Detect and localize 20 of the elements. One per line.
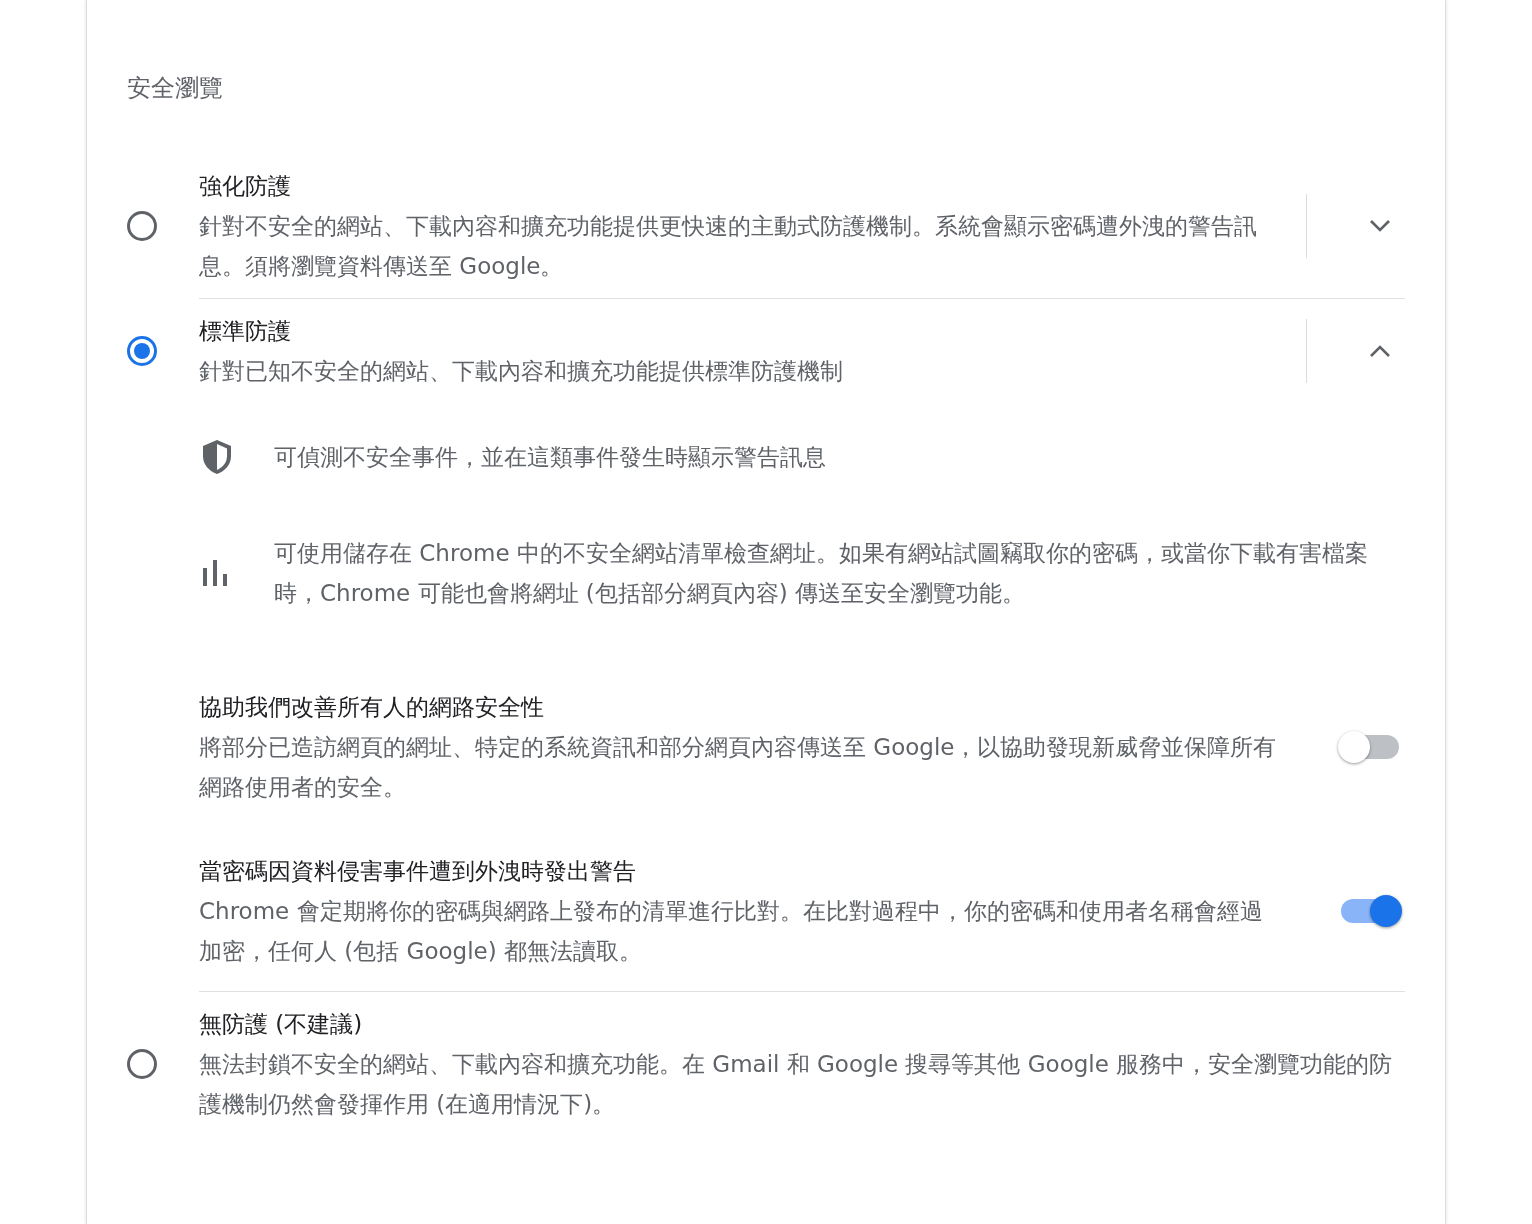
option-title: 無防護 (不建議) [199,1010,364,1039]
radio-button[interactable] [127,336,157,366]
setting-description: 將部分已造訪網頁的網址、特定的系統資訊和部分網頁內容傳送至 Google，以協助發現新威脅並保障所有網路使用者的安全。 [199,733,1277,802]
shield-icon [201,439,233,475]
setting-title: 當密碼因資料侵害事件遭到外洩時發出警告 [199,857,637,886]
chevron-down-icon [1369,219,1391,233]
setting-description: Chrome 會定期將你的密碼與網路上發布的清單進行比對。在比對過程中，你的密碼和使用者名稱會經過加密，任何人 (包括 Google) 都無法讀取。 [199,897,1264,966]
option-title: 標準防護 [199,317,292,346]
option-description: 無法封鎖不安全的網站、下載內容和擴充功能。在 Gmail 和 Google 搜尋等其他 Google 服務中，安全瀏覽功能的防護機制仍然會發揮作用 (在適用情況下)。 [199,1050,1394,1119]
setting-title: 協助我們改善所有人的網路安全性 [199,693,545,722]
detail-text: 可偵測不安全事件，並在這類事件發生時顯示警告訊息 [274,443,827,472]
section-title: 安全瀏覽 [127,73,224,104]
chevron-up-icon [1369,344,1391,358]
radio-button[interactable] [127,1049,157,1079]
option-description: 針對不安全的網站、下載內容和擴充功能提供更快速的主動式防護機制。系統會顯示密碼遭外洩的警告訊息。須將瀏覽資料傳送至 Google。 [199,212,1258,281]
bar-chart-icon [201,560,229,586]
option-title: 強化防護 [199,172,292,201]
radio-button[interactable] [127,211,157,241]
option-description: 針對已知不安全的網站、下載內容和擴充功能提供標準防護機制 [199,357,844,386]
detail-text: 可使用儲存在 Chrome 中的不安全網站清單檢查網址。如果有網站試圖竊取你的密碼，或當你下載有害檔案時，Chrome 可能也會將網址 (包括部分網頁內容) 傳送至安全瀏覽功能。 [274,539,1369,608]
